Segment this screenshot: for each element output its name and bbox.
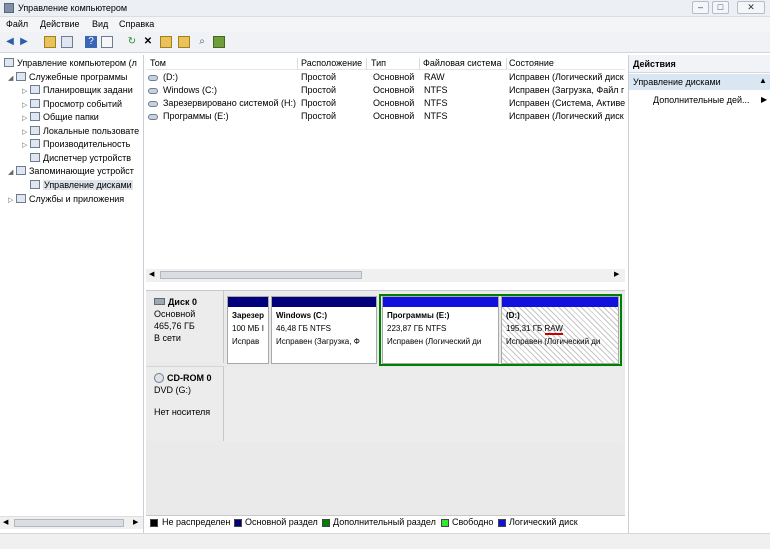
users-icon: [30, 126, 40, 135]
properties-icon[interactable]: [101, 36, 113, 48]
legend-swatch-primary: [234, 519, 242, 527]
logical-drive-bar: [383, 297, 498, 307]
volume-icon: [148, 75, 158, 81]
storage-icon: [16, 166, 26, 175]
tree-item-storage[interactable]: ◢ Запоминающие устройст: [8, 166, 134, 176]
device-manager-icon: [30, 153, 40, 162]
scroll-right-icon[interactable]: ▶: [614, 270, 619, 278]
actions-section-disk-management[interactable]: Управление дисками ▲: [629, 74, 770, 90]
column-type[interactable]: Тип: [371, 58, 420, 70]
volume-list-header: Том Расположение Тип Файловая система Со…: [146, 57, 625, 70]
volume-icon: [148, 88, 158, 94]
cdrom-icon: [154, 373, 164, 383]
primary-partition-bar: [228, 297, 268, 307]
partition-programs-e[interactable]: Программы (E:) 223,87 ГБ NTFS Исправен (…: [382, 296, 499, 364]
volume-icon: [148, 114, 158, 120]
close-button[interactable]: ✕: [737, 1, 765, 14]
help-icon[interactable]: ?: [85, 36, 97, 48]
tree-item-local-users[interactable]: ▷ Локальные пользовате: [22, 126, 139, 136]
partition-size: 195,31 ГБ: [506, 324, 543, 333]
event-viewer-icon: [30, 99, 40, 108]
maximize-button[interactable]: □: [712, 1, 729, 14]
computer-management-icon: [4, 58, 14, 67]
menu-bar: Файл Действие Вид Справка: [0, 17, 770, 32]
column-filesystem[interactable]: Файловая система: [423, 58, 507, 70]
tree-item-shared-folders[interactable]: ▷ Общие папки: [22, 112, 99, 122]
legend-swatch-unallocated: [150, 519, 158, 527]
forward-icon[interactable]: ▶: [18, 36, 30, 48]
logical-drive-bar: [502, 297, 618, 307]
refresh-icon[interactable]: ↻: [126, 36, 138, 48]
tree-horizontal-scrollbar[interactable]: ◀ ▶: [0, 516, 143, 529]
computer-management-icon: [4, 3, 14, 13]
legend-swatch-extended: [322, 519, 330, 527]
table-row[interactable]: Зарезервировано системой (H:) Простой Ос…: [146, 97, 625, 110]
table-row[interactable]: Программы (E:) Простой Основной NTFS Исп…: [146, 110, 625, 123]
scroll-left-icon[interactable]: ◀: [3, 518, 8, 526]
disk-management-panel: Том Расположение Тип Файловая система Со…: [146, 55, 625, 533]
column-layout[interactable]: Расположение: [301, 58, 367, 70]
volume-icon: [148, 101, 158, 107]
tree-item-performance[interactable]: ▷ Производительность: [22, 139, 130, 149]
status-bar: [0, 533, 770, 549]
tree-item-disk-management[interactable]: Управление дисками: [22, 180, 133, 190]
up-folder-icon[interactable]: [44, 36, 56, 48]
tree-item-services-apps[interactable]: ▷ Службы и приложения: [8, 194, 124, 204]
partition-d-raw[interactable]: (D:) 195,31 ГБ RAW Исправен (Логический …: [501, 296, 619, 364]
services-icon: [16, 194, 26, 203]
open-icon[interactable]: [160, 36, 172, 48]
window-title: Управление компьютером: [18, 3, 128, 13]
scroll-right-icon[interactable]: ▶: [133, 518, 138, 526]
menu-action[interactable]: Действие: [40, 19, 80, 29]
legend-swatch-logical: [498, 519, 506, 527]
show-tree-icon[interactable]: [61, 36, 73, 48]
title-bar: Управление компьютером – □ ✕: [0, 0, 770, 17]
column-status[interactable]: Состояние: [509, 58, 625, 70]
menu-help[interactable]: Справка: [119, 19, 154, 29]
disk-0-label[interactable]: Диск 0 Основной 465,76 ГБ В сети: [146, 291, 224, 363]
menu-file[interactable]: Файл: [6, 19, 28, 29]
partition-reserved[interactable]: Зарезер 100 МБ I Исправ: [227, 296, 269, 364]
hard-disk-icon: [154, 298, 165, 305]
table-row[interactable]: (D:) Простой Основной RAW Исправен (Логи…: [146, 71, 625, 84]
disk-management-icon: [30, 180, 40, 189]
scroll-left-icon[interactable]: ◀: [149, 270, 154, 278]
shared-folder-icon: [30, 112, 40, 121]
submenu-arrow-icon: ▶: [761, 95, 768, 104]
volume-list-scrollbar[interactable]: ◀ ▶: [146, 269, 625, 282]
clock-icon: [30, 85, 40, 94]
search-icon[interactable]: ⌕: [196, 36, 208, 48]
toolbar: ◀ ▶ ? ↻ ✕ ⌕: [0, 32, 770, 53]
legend: Не распределен Основной раздел Дополните…: [146, 515, 625, 528]
scroll-thumb[interactable]: [160, 271, 362, 279]
actions-pane: Действия Управление дисками ▲ Дополнител…: [628, 55, 770, 533]
scroll-thumb[interactable]: [14, 519, 124, 527]
collapse-icon[interactable]: ▲: [759, 76, 767, 85]
legend-swatch-free: [441, 519, 449, 527]
minimize-button[interactable]: –: [692, 1, 709, 14]
navigation-tree: Управление компьютером (л ◢ Служебные про…: [0, 55, 144, 533]
actions-title: Действия: [629, 55, 770, 73]
cdrom-0-label[interactable]: CD-ROM 0 DVD (G:) Нет носителя: [146, 366, 224, 441]
performance-icon: [30, 139, 40, 148]
more-actions-link[interactable]: Дополнительные дей... ▶: [653, 95, 767, 105]
primary-partition-bar: [272, 297, 376, 307]
tree-item-computer-management[interactable]: Управление компьютером (л: [4, 58, 137, 68]
menu-view[interactable]: Вид: [92, 19, 108, 29]
partition-windows-c[interactable]: Windows (C:) 46,48 ГБ NTFS Исправен (Заг…: [271, 296, 377, 364]
delete-icon[interactable]: ✕: [142, 36, 154, 48]
tree-item-task-scheduler[interactable]: ▷ Планировщик задани: [22, 85, 133, 95]
table-row[interactable]: Windows (C:) Простой Основной NTFS Испра…: [146, 84, 625, 97]
filesystem-raw: RAW: [544, 324, 563, 335]
tools-icon: [16, 72, 26, 81]
column-volume[interactable]: Том: [150, 58, 298, 70]
cdrom-empty-area: [224, 367, 622, 442]
disk-graph-area: Диск 0 Основной 465,76 ГБ В сети Зарезер…: [146, 290, 625, 515]
back-icon[interactable]: ◀: [4, 36, 16, 48]
tree-item-device-manager[interactable]: Диспетчер устройств: [22, 153, 131, 163]
export-icon[interactable]: [213, 36, 225, 48]
folder-icon[interactable]: [178, 36, 190, 48]
tree-item-system-tools[interactable]: ◢ Служебные программы: [8, 72, 127, 82]
tree-item-event-viewer[interactable]: ▷ Просмотр событий: [22, 99, 122, 109]
